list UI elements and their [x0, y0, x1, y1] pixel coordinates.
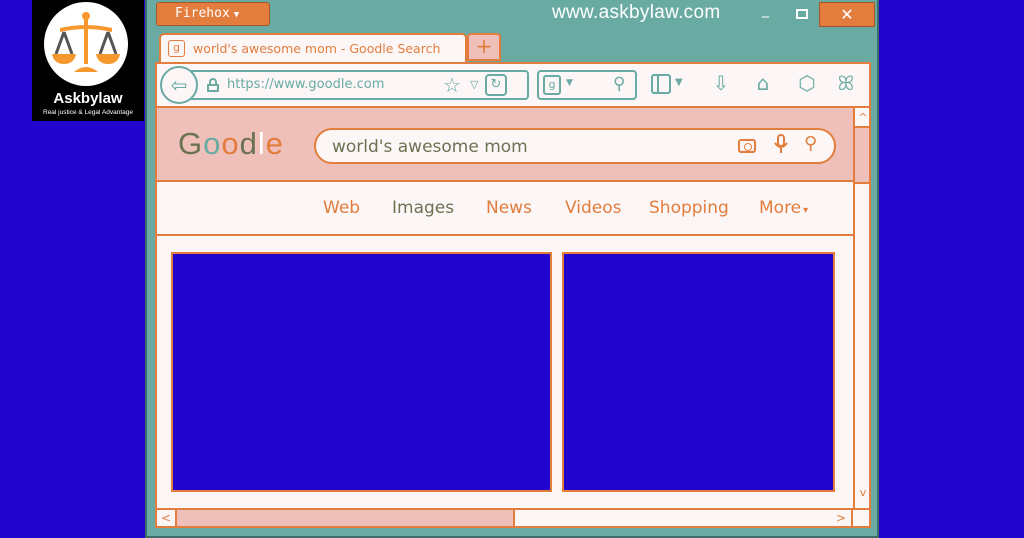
url-dropdown-icon[interactable]: ▽ [470, 78, 478, 91]
tab-title: world's awesome mom - Goodle Search [193, 41, 441, 56]
chevron-down-icon[interactable]: ▼ [675, 77, 683, 88]
nav-more-label: More [759, 198, 802, 218]
logo-brand: Askbylaw [53, 90, 123, 107]
search-engine-favicon-icon[interactable]: g [543, 75, 561, 95]
scroll-down-button[interactable]: v [855, 486, 869, 506]
nav-more[interactable]: More ▾ [759, 198, 808, 218]
search-nav: Web Images News Videos Shopping More ▾ [157, 182, 853, 236]
search-header: Goodle world's awesome mom ⚲ [157, 108, 853, 182]
logo-letter: d [239, 126, 258, 161]
search-query[interactable]: world's awesome mom [332, 137, 528, 157]
askbylaw-logo: Askbylaw Real justice & Legal Advantage [32, 0, 144, 121]
url-text[interactable]: https://www.goodle.com [227, 77, 384, 92]
scroll-right-button[interactable]: > [831, 510, 851, 526]
camera-icon[interactable] [738, 139, 756, 153]
vertical-scrollbar[interactable]: ^ v [853, 108, 869, 508]
new-tab-button[interactable]: + [467, 33, 501, 61]
nav-news[interactable]: News [486, 198, 532, 218]
extensions-cube-icon[interactable]: ⬡ [794, 71, 820, 95]
bookmark-star-icon[interactable]: ☆ [443, 73, 461, 97]
home-icon[interactable]: ⌂ [750, 71, 776, 95]
nav-images[interactable]: Images [392, 198, 454, 218]
scales-of-justice-icon [52, 12, 120, 72]
nav-shopping[interactable]: Shopping [649, 198, 729, 218]
page-content: Goodle world's awesome mom ⚲ Web Images … [155, 108, 871, 510]
logo-circle [44, 2, 128, 86]
image-result[interactable] [171, 252, 552, 492]
logo-letter: G [178, 126, 204, 161]
address-bar[interactable]: https://www.goodle.com ☆ ▽ ↻ [185, 70, 529, 100]
chevron-down-icon[interactable]: ▼ [566, 78, 573, 88]
logo-tagline: Real justice & Legal Advantage [43, 109, 133, 116]
tab-active[interactable]: g world's awesome mom - Goodle Search [159, 33, 467, 63]
search-icon[interactable]: ⚲ [804, 133, 817, 154]
goodle-logo[interactable]: Goodle [178, 126, 284, 162]
account-circles-icon[interactable]: ꕤ [833, 71, 859, 95]
download-icon[interactable]: ⇩ [708, 71, 734, 95]
search-engine-box[interactable]: g ▼ ⚲ [537, 70, 637, 100]
scroll-left-button[interactable]: < [157, 510, 177, 526]
reload-icon[interactable]: ↻ [485, 74, 507, 96]
image-result[interactable] [562, 252, 835, 492]
scroll-up-button[interactable]: ^ [855, 108, 869, 128]
scroll-thumb[interactable] [855, 128, 869, 184]
logo-letter: o [221, 126, 240, 161]
nav-videos[interactable]: Videos [565, 198, 622, 218]
nav-web[interactable]: Web [323, 198, 360, 218]
lock-icon [207, 78, 219, 92]
chevron-down-icon: ▼ [233, 10, 240, 20]
back-button[interactable]: ⇦ [160, 66, 198, 104]
favicon-icon: g [168, 40, 185, 57]
scroll-corner [851, 510, 869, 526]
chevron-down-icon: ▾ [803, 205, 809, 216]
watermark-title: www.askbylaw.com [552, 2, 721, 23]
horizontal-scrollbar[interactable]: < > [155, 508, 871, 528]
microphone-icon[interactable] [774, 134, 788, 159]
logo-letter: l [257, 126, 266, 161]
logo-letter: e [265, 126, 285, 161]
stage: Askbylaw Real justice & Legal Advantage … [0, 0, 1024, 538]
logo-letter: o [203, 126, 222, 161]
close-button[interactable]: ✕ [819, 2, 875, 27]
navigation-toolbar: https://www.goodle.com ☆ ▽ ↻ ⇦ g ▼ ⚲ ▼ ⇩… [155, 62, 871, 108]
app-menu-label: Firehox [175, 6, 230, 21]
search-icon[interactable]: ⚲ [613, 74, 625, 94]
browser-window: Firehox ▼ www.askbylaw.com _ ✕ g world's … [145, 0, 879, 538]
scroll-thumb[interactable] [177, 510, 515, 526]
app-menu-button[interactable]: Firehox ▼ [156, 2, 270, 26]
search-input[interactable]: world's awesome mom ⚲ [314, 128, 836, 164]
maximize-button[interactable] [796, 9, 808, 19]
minimize-button[interactable]: _ [762, 2, 769, 18]
sidebar-icon[interactable] [651, 74, 671, 94]
